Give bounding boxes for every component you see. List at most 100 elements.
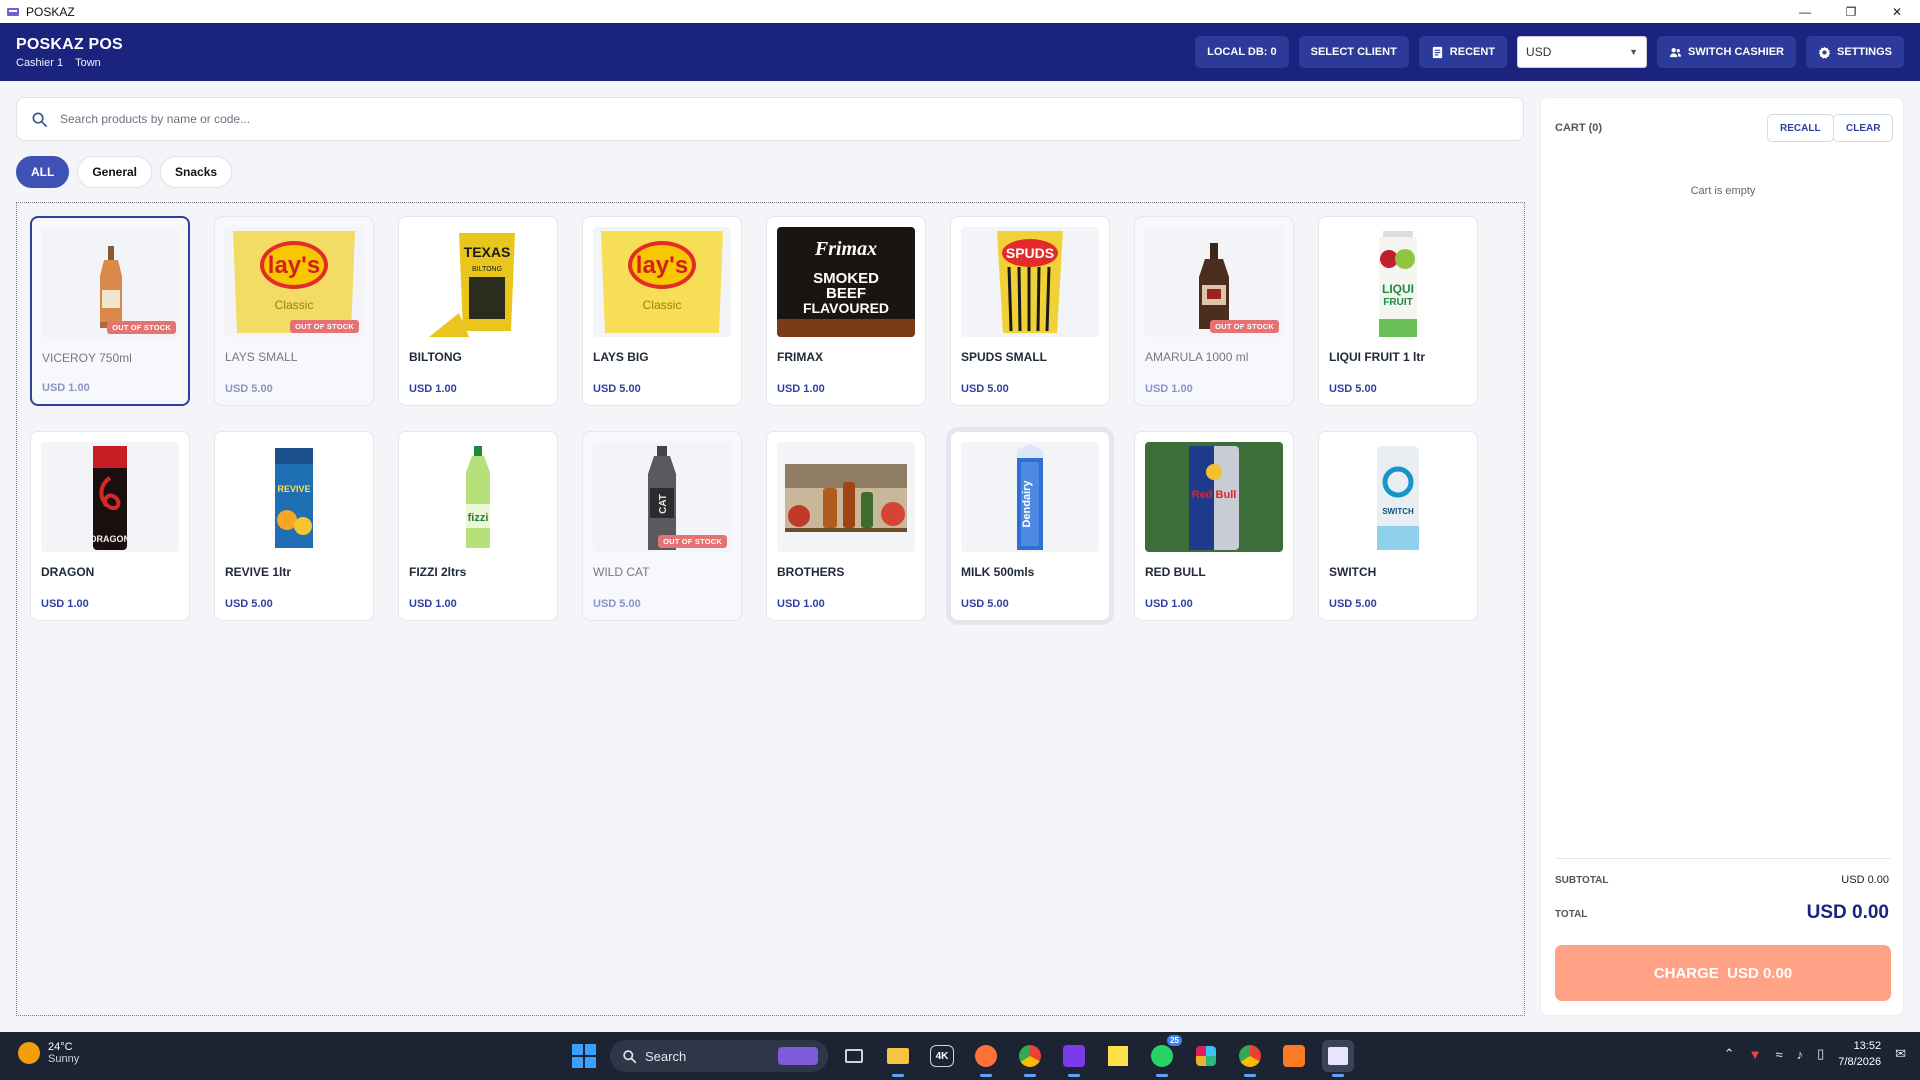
system-tray: ⌃ ▼ ≈ ♪ ▯ 13:52 7/8/2026 ✉ (1724, 1038, 1906, 1070)
xampp-icon[interactable] (1278, 1040, 1310, 1072)
window-title-bar: POSKAZ — ❐ ✕ (0, 0, 1920, 23)
product-image-fizzi: fizzi (409, 442, 547, 552)
cart-empty-message: Cart is empty (1690, 185, 1756, 197)
file-explorer-icon[interactable] (882, 1040, 914, 1077)
frimax-flavor-line-3: FLAVOURED (803, 300, 889, 316)
recent-button[interactable]: RECENT (1418, 36, 1508, 68)
product-price: USD 1.00 (1145, 598, 1193, 610)
product-name: REVIVE 1ltr (225, 565, 292, 579)
gear-icon (1818, 46, 1831, 59)
product-card-lays-small[interactable]: lay's Classic OUT OF STOCK LAYS SMALL USD… (214, 216, 374, 406)
product-grid: OUT OF STOCK VICEROY 750ml USD 1.00 lay'… (30, 216, 1478, 621)
out-of-stock-badge: OUT OF STOCK (658, 535, 727, 548)
product-image-lays-small: lay's Classic OUT OF STOCK (225, 227, 363, 337)
weather-widget[interactable]: 24°C Sunny (18, 1041, 79, 1065)
currency-select[interactable]: USD ▼ (1517, 36, 1648, 68)
product-card-red-bull[interactable]: Red Bull RED BULL USD 1.00 (1134, 431, 1294, 621)
product-card-amarula[interactable]: OUT OF STOCK AMARULA 1000 ml USD 1.00 (1134, 216, 1294, 406)
wild-cat-brand-text: CAT (658, 494, 669, 514)
poskaz-taskbar-icon[interactable] (1322, 1040, 1354, 1077)
category-general[interactable]: General (77, 156, 153, 188)
product-image-milk: Dendairy (961, 442, 1099, 552)
product-name: WILD CAT (593, 565, 650, 579)
minimize-button[interactable]: — (1782, 0, 1828, 23)
brand-title: POSKAZ POS (16, 35, 123, 53)
product-name: BROTHERS (777, 565, 845, 579)
product-card-spuds-small[interactable]: SPUDS SPUDS SMALL USD 5.00 (950, 216, 1110, 406)
restore-button[interactable]: ❐ (1828, 0, 1874, 23)
biltong-brand-text: TEXAS (464, 244, 511, 260)
product-card-dragon[interactable]: DRAGON DRAGON USD 1.00 (30, 431, 190, 621)
phpstorm-icon[interactable] (1058, 1040, 1090, 1077)
product-price: USD 5.00 (1329, 383, 1377, 395)
local-db-button[interactable]: LOCAL DB: 0 (1195, 36, 1289, 68)
whatsapp-icon[interactable]: 25 (1146, 1035, 1182, 1077)
chevron-up-icon[interactable]: ⌃ (1724, 1046, 1735, 1062)
sticky-notes-icon[interactable] (1102, 1040, 1134, 1072)
product-name: BILTONG (409, 350, 462, 364)
close-button[interactable]: ✕ (1874, 0, 1920, 23)
settings-button[interactable]: SETTINGS (1805, 36, 1904, 68)
product-image-dragon: DRAGON (41, 442, 179, 552)
task-view-icon[interactable] (838, 1040, 870, 1072)
product-image-liqui-fruit: LIQUI FRUIT (1329, 227, 1467, 337)
product-card-lays-big[interactable]: lay's Classic LAYS BIG USD 5.00 (582, 216, 742, 406)
chrome-profile-icon[interactable] (1234, 1040, 1266, 1077)
slack-icon[interactable] (1190, 1040, 1222, 1072)
taskbar-search[interactable]: Search (610, 1040, 828, 1072)
chrome-icon[interactable] (1014, 1040, 1046, 1077)
firefox-icon[interactable] (970, 1040, 1002, 1077)
antivirus-icon[interactable]: ▼ (1749, 1047, 1762, 1062)
product-price: USD 1.00 (409, 383, 457, 395)
product-image-lays-big: lay's Classic (593, 227, 731, 337)
windows-start-icon[interactable] (572, 1044, 596, 1068)
frimax-brand-text: Frimax (814, 238, 877, 260)
product-card-viceroy[interactable]: OUT OF STOCK VICEROY 750ml USD 1.00 (30, 216, 190, 406)
clear-cart-button[interactable]: CLEAR (1833, 114, 1894, 142)
4k-app-icon[interactable]: 4K (930, 1045, 954, 1067)
biltong-sub-text: BILTONG (472, 266, 502, 273)
category-snacks[interactable]: Snacks (160, 156, 233, 188)
charge-button[interactable]: CHARGE USD 0.00 (1555, 945, 1891, 1001)
product-price: USD 1.00 (41, 598, 89, 610)
product-name: LIQUI FRUIT 1 ltr (1329, 350, 1425, 364)
search-icon (623, 1049, 637, 1063)
notification-icon[interactable]: ✉ (1895, 1046, 1906, 1062)
select-client-button[interactable]: SELECT CLIENT (1298, 36, 1409, 68)
product-card-frimax[interactable]: Frimax SMOKED BEEF FLAVOURED FRIMAX USD 1.0… (766, 216, 926, 406)
weather-description: Sunny (48, 1053, 80, 1065)
recall-button[interactable]: RECALL (1767, 114, 1834, 142)
product-card-revive[interactable]: REVIVE REVIVE 1ltr USD 5.00 (214, 431, 374, 621)
battery-icon[interactable]: ▯ (1817, 1046, 1824, 1062)
product-card-switch[interactable]: SWITCH SWITCH USD 5.00 (1318, 431, 1478, 621)
product-price: USD 5.00 (961, 598, 1009, 610)
liqui-brand-line-2: FRUIT (1383, 297, 1412, 308)
product-name: LAYS BIG (593, 350, 649, 364)
switch-cashier-label: SWITCH CASHIER (1688, 46, 1784, 58)
taskbar-clock[interactable]: 13:52 7/8/2026 (1838, 1038, 1881, 1070)
product-name: RED BULL (1145, 565, 1206, 579)
product-search[interactable] (16, 97, 1524, 141)
product-card-liqui-fruit[interactable]: LIQUI FRUIT LIQUI FRUIT 1 ltr USD 5.00 (1318, 216, 1478, 406)
product-card-fizzi[interactable]: fizzi FIZZI 2ltrs USD 1.00 (398, 431, 558, 621)
product-image-revive: REVIVE (225, 442, 363, 552)
cart-panel: CART (0) RECALL CLEAR Cart is empty SUBT… (1540, 97, 1904, 1016)
product-price: USD 5.00 (225, 383, 273, 395)
product-name: AMARULA 1000 ml (1145, 350, 1249, 364)
taskbar-search-label: Search (645, 1048, 687, 1064)
volume-icon[interactable]: ♪ (1797, 1047, 1804, 1062)
search-input[interactable] (60, 112, 1460, 126)
product-card-wild-cat[interactable]: CAT OUT OF STOCK WILD CAT USD 5.00 (582, 431, 742, 621)
spuds-brand-text: SPUDS (1006, 245, 1054, 261)
poskaz-app-icon (7, 7, 19, 16)
switch-cashier-button[interactable]: SWITCH CASHIER (1657, 36, 1796, 68)
category-all[interactable]: ALL (16, 156, 70, 188)
product-name: FIZZI 2ltrs (409, 565, 467, 579)
wifi-icon[interactable]: ≈ (1775, 1047, 1782, 1062)
product-name: VICEROY 750ml (42, 351, 132, 365)
product-card-brothers[interactable]: BROTHERS USD 1.00 (766, 431, 926, 621)
currency-value: USD (1526, 45, 1552, 59)
session-info: Cashier 1 Town (16, 57, 123, 69)
product-card-milk[interactable]: Dendairy MILK 500mls USD 5.00 (950, 431, 1110, 621)
product-card-biltong[interactable]: TEXAS BILTONG BILTONG USD 1.00 (398, 216, 558, 406)
